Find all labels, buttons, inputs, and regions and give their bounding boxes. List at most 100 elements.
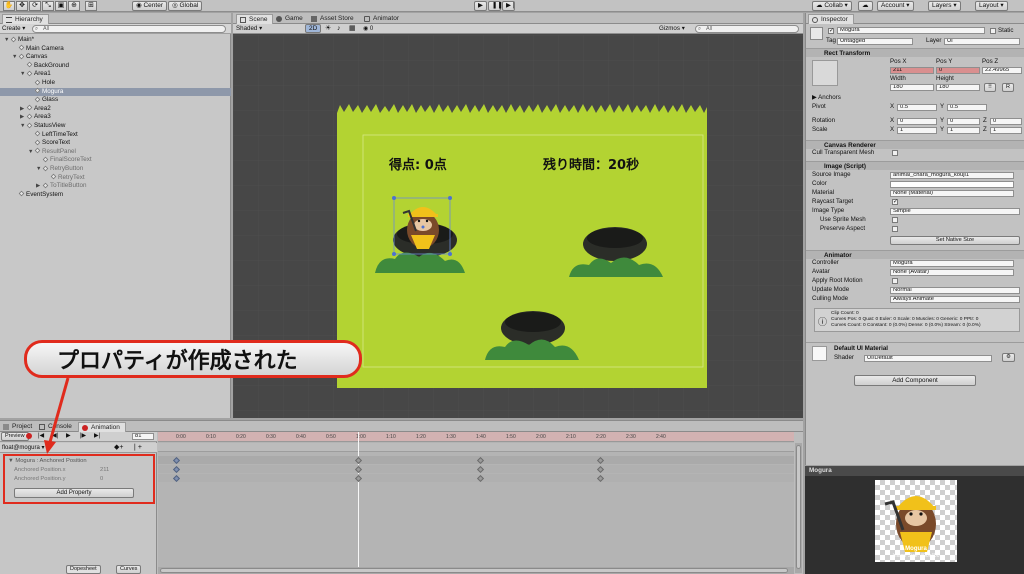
layers-dropdown[interactable]: Layers ▾ xyxy=(928,1,961,11)
create-dropdown[interactable]: Create ▾ xyxy=(2,25,25,33)
rect-transform-header[interactable]: Rect Transform xyxy=(806,48,1024,57)
canvas-renderer-header[interactable]: Canvas Renderer xyxy=(806,140,1024,149)
foldout-arrow-icon[interactable]: ▶ xyxy=(20,113,27,122)
tab-animation[interactable]: Animation xyxy=(78,422,126,432)
record-button[interactable] xyxy=(26,433,32,439)
object-name-field[interactable]: Mogura xyxy=(837,27,985,34)
tab-hierarchy[interactable]: Hierarchy xyxy=(2,14,49,24)
cull-checkbox[interactable] xyxy=(892,150,898,156)
pivot-x-field[interactable]: 0.5 xyxy=(897,104,937,111)
scene-search-input[interactable]: ⌕ All xyxy=(695,25,799,33)
last-key-icon[interactable]: ▶| xyxy=(94,432,100,441)
tab-game[interactable]: Game xyxy=(273,14,308,24)
foldout-arrow-icon[interactable]: ▼ xyxy=(4,36,11,45)
move-tool-icon[interactable]: ✥ xyxy=(16,1,28,11)
horizontal-scroll-thumb[interactable] xyxy=(160,568,788,573)
horizontal-scrollbar[interactable] xyxy=(158,567,794,574)
hierarchy-item[interactable]: ▶ Area3 xyxy=(0,113,231,122)
transform-tool-icon[interactable]: ⊕ xyxy=(68,1,80,11)
cloud-icon[interactable]: ☁ xyxy=(858,1,873,11)
set-native-size-button[interactable]: Set Native Size xyxy=(890,236,1020,245)
foldout-arrow-icon[interactable]: ▼ xyxy=(20,70,27,79)
rotate-tool-icon[interactable]: ⟳ xyxy=(29,1,41,11)
preview-toggle[interactable]: Preview xyxy=(1,432,29,441)
light-icon[interactable]: ☀ xyxy=(325,25,331,33)
tab-asset-store[interactable]: Asset Store xyxy=(308,14,359,24)
pos-x-field[interactable]: 211 xyxy=(890,67,934,74)
hierarchy-item[interactable]: Hole xyxy=(0,79,231,88)
scale-tool-icon[interactable]: ⤡ xyxy=(42,1,54,11)
vertical-scrollbar[interactable] xyxy=(795,443,802,573)
root-motion-checkbox[interactable] xyxy=(892,278,898,284)
rect-tool-icon[interactable]: ▣ xyxy=(55,1,67,11)
frame-field[interactable]: 81 xyxy=(132,433,154,440)
effects-icon[interactable]: ▦ xyxy=(349,25,356,33)
global-toggle[interactable]: ◎ Global xyxy=(168,1,203,11)
hierarchy-item[interactable]: BackGround xyxy=(0,62,231,71)
add-component-button[interactable]: Add Component xyxy=(854,375,976,386)
event-row[interactable] xyxy=(158,443,794,452)
hierarchy-item[interactable]: ▶ Area2 xyxy=(0,105,231,114)
hierarchy-item[interactable]: Glass xyxy=(0,96,231,105)
collab-button[interactable]: ☁ Collab ▾ xyxy=(812,1,852,11)
material-field[interactable]: None (Material) xyxy=(890,190,1014,197)
color-field[interactable] xyxy=(890,181,1014,188)
custom-tool-icon[interactable]: ⊞ xyxy=(85,1,97,11)
hierarchy-item[interactable]: ▼ Canvas xyxy=(0,53,231,62)
culling-mode-dropdown[interactable]: Always Animate xyxy=(890,296,1020,303)
foldout-arrow-icon[interactable]: ▼ xyxy=(20,122,27,131)
image-header[interactable]: Image (Script) xyxy=(806,161,1024,170)
avatar-field[interactable]: None (Avatar) xyxy=(890,269,1014,276)
active-checkbox[interactable]: ✓ xyxy=(828,28,834,34)
hierarchy-search-input[interactable]: ⌕ All xyxy=(32,25,226,33)
foldout-arrow-icon[interactable]: ▶ xyxy=(36,182,43,191)
preserve-aspect-checkbox[interactable] xyxy=(892,226,898,232)
tag-dropdown[interactable]: Untagged xyxy=(837,38,913,45)
playhead[interactable] xyxy=(358,432,359,574)
add-keyframe-icon[interactable]: ◆+ xyxy=(114,443,123,452)
scale-y-field[interactable]: 1 xyxy=(947,127,980,134)
play-button[interactable]: ▶ xyxy=(474,1,487,11)
tab-animator[interactable]: Animator xyxy=(361,14,404,24)
anchors-foldout[interactable]: ▶ Anchors xyxy=(812,94,841,102)
animation-timeline[interactable]: 0:00 0:10 0:20 0:30 0:40 0:50 1:00 1:10 1:20 1:30… xyxy=(158,432,794,574)
audio-icon[interactable]: ♪ xyxy=(337,25,341,33)
step-button[interactable]: ▶❘ xyxy=(502,1,516,11)
foldout-arrow-icon[interactable]: ▼ xyxy=(12,53,19,62)
scale-z-field[interactable]: 1 xyxy=(990,127,1022,134)
hierarchy-item[interactable]: ▼ RetryButton xyxy=(0,165,231,174)
hierarchy-item[interactable]: ▶ ToTitleButton xyxy=(0,182,231,191)
gizmos-dropdown[interactable]: Gizmos ▾ xyxy=(659,25,685,33)
add-event-icon[interactable]: ❘+ xyxy=(132,443,142,452)
scale-x-field[interactable]: 1 xyxy=(897,127,937,134)
hierarchy-item[interactable]: EventSystem xyxy=(0,191,231,200)
hand-tool-icon[interactable]: ✋ xyxy=(3,1,15,11)
hierarchy-item[interactable]: RetryText xyxy=(0,174,231,183)
curves-tab[interactable]: Curves xyxy=(116,565,142,574)
dopesheet-tab[interactable]: Dopesheet xyxy=(66,565,101,574)
pos-y-field[interactable]: 0 xyxy=(936,67,980,74)
pos-z-field[interactable]: 22.49965 xyxy=(982,67,1022,74)
pivot-toggle[interactable]: ◉ Center xyxy=(132,1,167,11)
update-mode-dropdown[interactable]: Normal xyxy=(890,287,1020,294)
rot-z-field[interactable]: 0 xyxy=(990,118,1022,125)
sprite-mesh-checkbox[interactable] xyxy=(892,217,898,223)
next-key-icon[interactable]: |▶ xyxy=(80,432,86,441)
blueprint-button[interactable]: ⠿ xyxy=(984,83,997,92)
pause-button[interactable]: ❚❚ xyxy=(488,1,503,11)
shader-dropdown[interactable]: UI/Default xyxy=(864,355,992,362)
tab-scene[interactable]: Scene xyxy=(236,14,274,24)
animator-header[interactable]: Animator xyxy=(806,250,1024,259)
pivot-y-field[interactable]: 0.5 xyxy=(947,104,987,111)
rot-x-field[interactable]: 0 xyxy=(897,118,937,125)
layer-dropdown[interactable]: UI xyxy=(944,38,1020,45)
static-checkbox[interactable] xyxy=(990,28,996,34)
vertical-scroll-thumb[interactable] xyxy=(796,445,801,569)
foldout-arrow-icon[interactable]: ▼ xyxy=(28,148,35,157)
hierarchy-item[interactable]: ▼ Area1 xyxy=(0,70,231,79)
tab-inspector[interactable]: Inspector xyxy=(808,14,854,24)
rot-y-field[interactable]: 0 xyxy=(947,118,980,125)
shading-dropdown[interactable]: Shaded ▾ xyxy=(236,25,262,33)
hierarchy-item[interactable]: ▼ StatusView xyxy=(0,122,231,131)
image-type-dropdown[interactable]: Simple xyxy=(890,208,1020,215)
